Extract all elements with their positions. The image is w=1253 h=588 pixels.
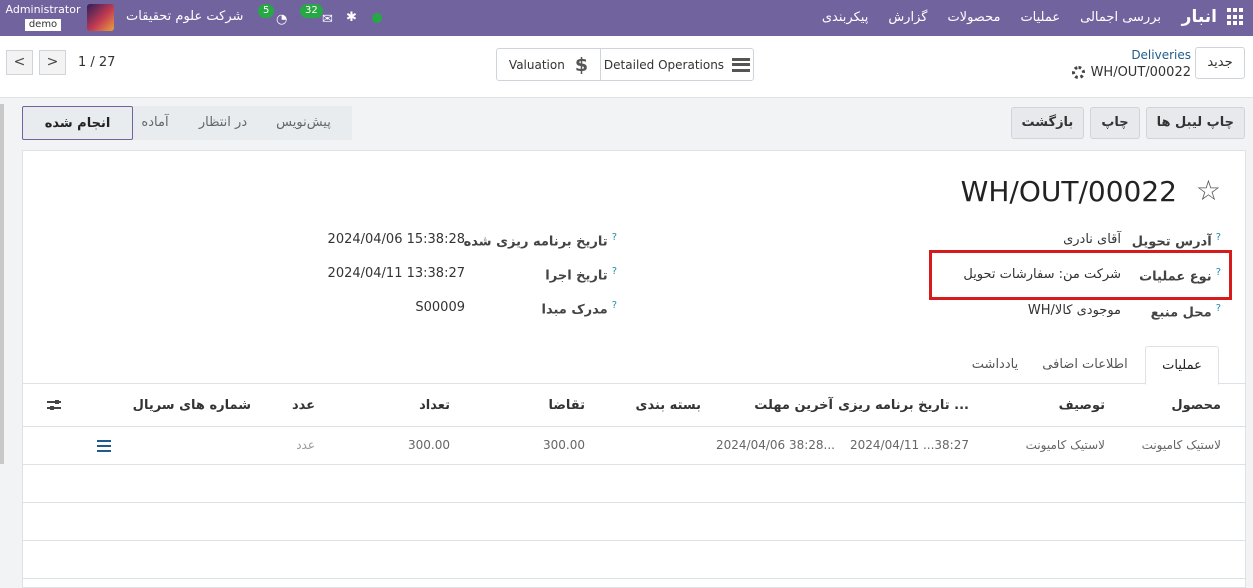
star-icon[interactable]: ☆ [1196,177,1221,205]
user-name: Administrator [5,3,81,16]
notebook-tabs: عملیات اطلاعات اضافی یادداشت [23,346,1245,385]
stage-done: انجام شده [22,106,133,140]
column-description[interactable]: توصیف [1059,398,1105,413]
activity-count-badge: 5 [258,4,275,18]
column-deadline[interactable]: آخرین مهلت [754,398,833,413]
breadcrumb-parent[interactable]: Deliveries [1131,48,1191,62]
record-title: WH/OUT/00022 [960,175,1177,208]
cell-description[interactable]: لاستیک کامیونت [1026,438,1105,452]
tab-note[interactable]: یادداشت [963,346,1027,384]
menu-reporting[interactable]: گزارش [888,10,927,25]
column-uom[interactable]: عدد [292,398,315,413]
help-icon[interactable]: ? [612,232,617,243]
empty-row [23,465,1245,503]
top-menu: بررسی اجمالی عملیات محصولات گزارش پیکربن… [822,10,1161,25]
details-list-icon[interactable] [97,440,111,452]
moves-table: محصول توصیف تاریخ برنامه ریزی ... آخرین … [23,385,1245,579]
print-button[interactable]: چاپ [1090,107,1140,139]
main-navbar: انبار بررسی اجمالی عملیات محصولات گزارش … [0,0,1253,36]
column-demand[interactable]: تقاضا [548,398,585,413]
help-icon[interactable]: ? [1216,232,1221,243]
help-icon[interactable]: ? [612,266,617,277]
pager-value[interactable]: 1 / 27 [78,55,115,70]
cell-date-scheduled[interactable]: 2024/04/11 ...38:27 [850,438,969,452]
user-menu[interactable]: Administrator demo [4,3,82,31]
messaging-menu[interactable]: 32 ✉ [300,4,333,32]
help-icon[interactable]: ? [612,300,617,311]
action-buttons: بازگشت چاپ چاپ لیبل ها [1010,107,1245,139]
online-status-icon [372,13,382,23]
return-button[interactable]: بازگشت [1010,107,1085,139]
tab-additional-info[interactable]: اطلاعات اضافی [1035,346,1135,384]
column-product[interactable]: محصول [1171,398,1221,413]
tab-operations[interactable]: عملیات [1145,346,1219,385]
pager-next-button[interactable]: > [39,50,66,75]
origin-label: مدرک مبدا? [541,300,617,318]
avatar[interactable] [87,4,114,31]
column-serials[interactable]: شماره های سریال [133,398,251,413]
empty-row [23,503,1245,541]
table-header: محصول توصیف تاریخ برنامه ریزی ... آخرین … [23,385,1245,427]
app-brand[interactable]: انبار [1182,7,1217,27]
table-row[interactable]: لاستیک کامیونت لاستیک کامیونت 2024/04/11… [23,427,1245,465]
column-date-scheduled[interactable]: تاریخ برنامه ریزی ... [838,398,969,413]
empty-row [23,541,1245,579]
clock-icon: ◔ [276,12,288,27]
gear-icon[interactable] [1072,66,1085,79]
delivery-address-label: آدرس تحویل? [1131,232,1221,250]
menu-products[interactable]: محصولات [947,10,1000,25]
origin-value[interactable]: S00009 [415,300,465,315]
bug-icon[interactable]: ✱ [346,10,357,25]
form-sheet: WH/OUT/00022 ☆ آدرس تحویل? آقای نادری نو… [22,150,1246,588]
cell-quantity[interactable]: 300.00 [408,438,450,452]
scrollbar[interactable] [0,104,4,464]
detailed-operations-button[interactable]: Detailed Operations [601,49,753,80]
valuation-button[interactable]: Valuation $ [497,49,601,80]
apps-menu-icon[interactable] [1227,8,1245,26]
cell-uom[interactable]: عدد [296,438,315,452]
column-packaging[interactable]: بسته بندی [636,398,701,413]
database-badge: demo [24,19,62,31]
detailed-operations-label: Detailed Operations [603,57,725,72]
pager-previous-button[interactable]: < [6,50,33,75]
company-switcher[interactable]: شرکت علوم تحقیقات [126,9,243,24]
print-labels-button[interactable]: چاپ لیبل ها [1145,107,1245,139]
optional-columns-icon[interactable] [47,399,61,411]
source-location-value[interactable]: WH/موجودی کالا [1028,303,1121,318]
message-count-badge: 32 [300,4,323,18]
scheduled-date-value[interactable]: 2024/04/06 15:38:28 [328,232,465,247]
bars-icon [732,57,751,72]
column-quantity[interactable]: تعداد [419,398,450,413]
activity-menu[interactable]: 5 ◔ [258,4,288,32]
breadcrumb-current: WH/OUT/00022 [1090,65,1191,80]
help-icon[interactable]: ? [1216,303,1221,314]
comments-icon: ✉ [322,12,333,27]
cell-deadline[interactable]: 2024/04/06 38:28... [716,438,835,452]
menu-overview[interactable]: بررسی اجمالی [1080,10,1161,25]
control-panel: جدید Deliveries WH/OUT/00022 Valuation $… [0,36,1253,98]
menu-operations[interactable]: عملیات [1020,10,1060,25]
effective-date-label: تاریخ اجرا? [545,266,617,284]
cell-demand[interactable]: 300.00 [543,438,585,452]
delivery-address-value[interactable]: آقای نادری [1063,232,1121,247]
scheduled-date-label: تاریخ برنامه ریزی شده? [463,232,617,250]
dollar-icon: $ [574,53,589,76]
cell-product[interactable]: لاستیک کامیونت [1142,438,1221,452]
effective-date-value: 2024/04/11 13:38:27 [327,266,465,281]
valuation-label: Valuation [508,57,565,72]
smart-buttons: Valuation $ Detailed Operations [496,48,754,81]
source-location-label: محل منبع? [1150,303,1221,321]
highlight-box [929,250,1232,300]
menu-configuration[interactable]: پیکربندی [822,10,868,25]
new-button[interactable]: جدید [1195,47,1245,79]
